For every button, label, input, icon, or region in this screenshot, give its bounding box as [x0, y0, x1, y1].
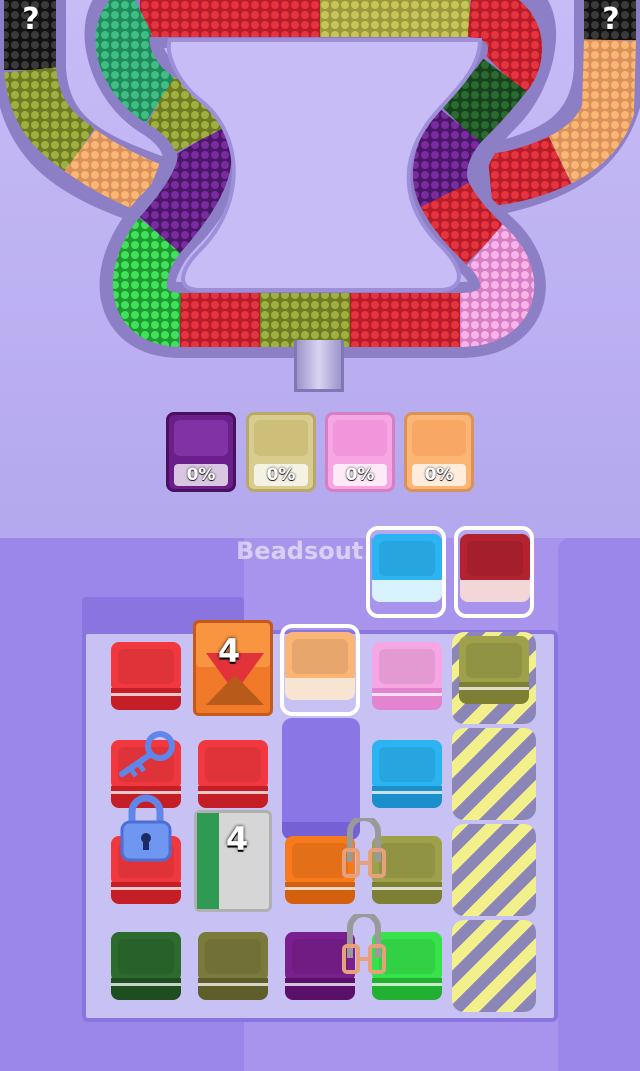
- padlock-icon: [120, 794, 172, 862]
- chevron-conveyor-cell: [452, 824, 536, 916]
- collector-percent: 0%: [333, 464, 387, 486]
- collector-percent: 0%: [254, 464, 308, 486]
- stone-count-label: 4: [226, 820, 249, 858]
- chain-link-icon: [342, 818, 386, 878]
- queue-tile-dark-red[interactable]: [460, 534, 530, 602]
- crate-count-label: 4: [218, 632, 241, 670]
- collector-cup: 0%: [246, 412, 316, 492]
- hidden-lane-badge-right: ?: [602, 2, 620, 37]
- grid-tile-pink[interactable]: [372, 642, 442, 710]
- grid-tile-red[interactable]: [198, 740, 268, 808]
- grid-tile-peach[interactable]: [285, 632, 355, 700]
- chevron-conveyor-cell: [452, 728, 536, 820]
- queue-tile-blue[interactable]: [372, 534, 442, 602]
- collector-cup: 0%: [325, 412, 395, 492]
- grid-tile-olive[interactable]: [459, 636, 529, 704]
- collector-cup: 0%: [404, 412, 474, 492]
- board-wall-right: [558, 538, 640, 1071]
- collector-percent: 0%: [412, 464, 466, 486]
- key-icon: [119, 731, 175, 778]
- bead-chute: [294, 340, 344, 392]
- grid-tile-dark-olive[interactable]: [198, 932, 268, 1000]
- collector-cup: 0%: [166, 412, 236, 492]
- grid-tile-blue[interactable]: [372, 740, 442, 808]
- grid-tile-red[interactable]: [111, 642, 181, 710]
- grid-tile-dark-green[interactable]: [111, 932, 181, 1000]
- hidden-lane-badge-left: ?: [22, 2, 40, 37]
- chain-link-icon: [342, 914, 386, 974]
- chevron-conveyor-cell: [452, 920, 536, 1012]
- collector-percent: 0%: [174, 464, 228, 486]
